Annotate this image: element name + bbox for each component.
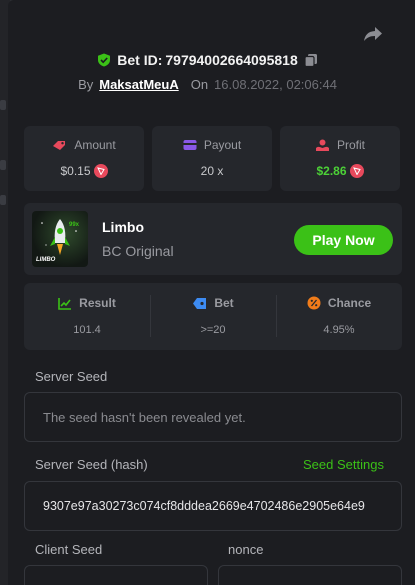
amount-icon xyxy=(53,140,66,150)
result-chart-icon xyxy=(58,297,72,310)
profit-value: $2.86 xyxy=(316,164,347,178)
trx-coin-icon xyxy=(349,164,364,178)
background-fragment xyxy=(0,195,6,205)
background-fragment xyxy=(0,160,6,170)
profit-label: Profit xyxy=(336,138,365,152)
server-seed-hash-field[interactable]: 9307e97a30273c074cf8dddea2669e4702486e29… xyxy=(24,481,402,531)
result-label: Result xyxy=(79,296,116,310)
bet-id-value: 79794002664095818 xyxy=(165,52,298,68)
on-label: On xyxy=(190,76,209,92)
bet-id-label: Bet ID: xyxy=(117,52,163,68)
play-now-button[interactable]: Play Now xyxy=(294,225,393,255)
chance-label: Chance xyxy=(327,296,372,310)
game-name: Limbo xyxy=(102,219,144,235)
server-seed-hash-label: Server Seed (hash) xyxy=(35,457,148,472)
server-seed-label: Server Seed xyxy=(35,369,108,384)
share-button[interactable] xyxy=(362,24,384,44)
nonce-label: nonce xyxy=(228,542,264,557)
share-icon xyxy=(364,27,382,41)
client-seed-field[interactable] xyxy=(24,565,208,585)
profit-card: Profit $2.86 xyxy=(280,126,400,191)
limbo-thumbnail[interactable]: 99x LIMBO xyxy=(32,211,88,267)
payout-label: Payout xyxy=(203,138,242,152)
amount-card: Amount $0.15 xyxy=(24,126,144,191)
payout-card: Payout 20 x xyxy=(152,126,272,191)
profit-icon xyxy=(315,139,329,151)
copy-icon[interactable] xyxy=(304,53,318,67)
bet-label: Bet xyxy=(214,296,234,310)
nonce-field[interactable] xyxy=(218,565,402,585)
server-seed-field[interactable]: The seed hasn't been revealed yet. xyxy=(24,392,402,442)
thumb-label: LIMBO xyxy=(36,257,56,263)
verified-shield-icon xyxy=(98,53,111,67)
game-card: 99x LIMBO Limbo BC Original Play Now xyxy=(24,203,402,275)
result-card: Result 101.4 Bet >=20 Chance 4.95% xyxy=(24,283,402,350)
svg-text:99x: 99x xyxy=(69,222,80,228)
username-link[interactable]: MaksatMeuA xyxy=(99,77,178,92)
game-subtitle: BC Original xyxy=(102,243,174,259)
trx-coin-icon xyxy=(93,164,108,178)
bet-meta-row: By MaksatMeuA On 16.08.2022, 02:06:44 xyxy=(0,74,415,94)
result-value: 101.4 xyxy=(73,324,101,336)
percent-icon xyxy=(307,296,321,310)
chance-value: 4.95% xyxy=(323,324,355,336)
bet-date: 16.08.2022, 02:06:44 xyxy=(214,76,337,92)
bet-column: Bet >=20 xyxy=(150,283,276,350)
client-seed-label: Client Seed xyxy=(35,542,103,557)
amount-label: Amount xyxy=(74,138,116,152)
amount-value: $0.15 xyxy=(60,164,91,178)
bet-id-row: Bet ID: 79794002664095818 xyxy=(0,50,415,70)
payout-value: 20 x xyxy=(200,164,224,178)
payout-icon xyxy=(183,140,197,150)
bet-value: >=20 xyxy=(200,324,226,336)
result-column: Result 101.4 xyxy=(24,283,150,350)
bet-tag-icon xyxy=(193,297,207,309)
chance-column: Chance 4.95% xyxy=(276,283,402,350)
background-fragment xyxy=(0,100,6,110)
seed-settings-link[interactable]: Seed Settings xyxy=(303,457,384,472)
by-label: By xyxy=(78,76,94,92)
